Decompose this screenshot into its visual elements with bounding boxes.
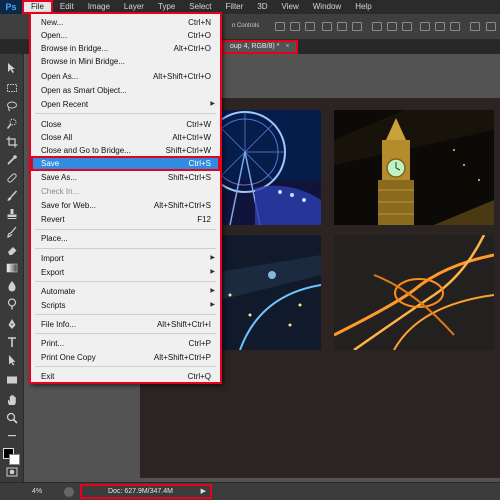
zoom-level[interactable]: 4%	[32, 488, 42, 495]
menu-item-browse-in-mini-bridge[interactable]: Browse in Mini Bridge...	[31, 55, 220, 68]
menu-separator	[35, 314, 216, 315]
eyedropper-tool-icon[interactable]	[6, 154, 18, 166]
menu-separator	[35, 281, 216, 282]
menu-item-open[interactable]: Open... Ctrl+O	[31, 29, 220, 42]
menu-item-close-all[interactable]: Close All Alt+Ctrl+W	[31, 131, 220, 144]
healing-brush-tool-icon[interactable]	[6, 172, 18, 184]
align-hcenter-icon[interactable]	[337, 22, 347, 31]
status-menu-icon[interactable]	[64, 487, 74, 497]
distribute-vcenter-icon[interactable]	[387, 22, 397, 31]
brush-tool-icon[interactable]	[6, 190, 18, 202]
submenu-arrow-icon: ▶	[210, 269, 215, 275]
menu-item-print[interactable]: Print... Ctrl+P	[31, 337, 220, 350]
menu-item-open-recent[interactable]: Open Recent ▶	[31, 98, 220, 111]
menu-view[interactable]: View	[275, 0, 306, 14]
clone-stamp-tool-icon[interactable]	[6, 208, 18, 220]
align-bottom-icon[interactable]	[305, 22, 315, 31]
align-vcenter-icon[interactable]	[290, 22, 300, 31]
quick-selection-tool-icon[interactable]	[6, 118, 18, 130]
hand-tool-icon[interactable]	[6, 394, 18, 406]
status-bar: 4% Doc: 627.9M/347.4M ▶	[0, 482, 500, 500]
distribute-right-icon[interactable]	[450, 22, 460, 31]
menu-item-save-for-web[interactable]: Save for Web... Alt+Shift+Ctrl+S	[31, 199, 220, 212]
menu-item-place[interactable]: Place...	[31, 232, 220, 245]
menu-item-automate[interactable]: Automate ▶	[31, 285, 220, 298]
history-brush-tool-icon[interactable]	[6, 226, 18, 238]
lasso-tool-icon[interactable]	[6, 100, 18, 112]
menu-item-file-info[interactable]: File Info... Alt+Shift+Ctrl+I	[31, 318, 220, 331]
menu-separator	[35, 248, 216, 249]
menu-3d[interactable]: 3D	[250, 0, 274, 14]
show-transform-controls-label[interactable]: n Controls	[232, 23, 259, 29]
menu-item-exit[interactable]: Exit Ctrl+Q	[31, 370, 220, 383]
quick-mask-icon[interactable]	[6, 466, 18, 478]
path-selection-tool-icon[interactable]	[6, 354, 18, 366]
menu-item-save[interactable]: Save Ctrl+S	[31, 157, 220, 170]
menu-item-export[interactable]: Export ▶	[31, 266, 220, 279]
menu-item-check-in: Check In...	[41, 187, 80, 196]
menu-item-open-as[interactable]: Open As... Alt+Shift+Ctrl+O	[31, 70, 220, 83]
document-tab[interactable]: oup 4, RGB/8) * ×	[222, 40, 298, 54]
menu-separator	[35, 333, 216, 334]
marquee-tool-icon[interactable]	[6, 82, 18, 94]
gradient-tool-icon[interactable]	[6, 262, 18, 274]
eraser-tool-icon[interactable]	[6, 244, 18, 256]
menu-filter[interactable]: Filter	[219, 0, 251, 14]
menu-separator	[35, 366, 216, 367]
tools-panel	[0, 54, 24, 482]
distribute-left-icon[interactable]	[420, 22, 430, 31]
menu-item-revert[interactable]: Revert F12	[31, 213, 220, 226]
rectangle-tool-icon[interactable]	[6, 374, 18, 386]
menu-item-import[interactable]: Import ▶	[31, 252, 220, 265]
blur-tool-icon[interactable]	[6, 280, 18, 292]
photoshop-logo: Ps	[0, 0, 22, 14]
menu-item-print-one-copy[interactable]: Print One Copy Alt+Shift+Ctrl+P	[31, 351, 220, 364]
menu-item-save-as[interactable]: Save As... Shift+Ctrl+S	[31, 171, 220, 184]
status-arrow-icon[interactable]: ▶	[201, 486, 206, 497]
align-left-icon[interactable]	[322, 22, 332, 31]
document-size-info[interactable]: Doc: 627.9M/347.4M ▶	[80, 484, 212, 499]
move-tool-icon[interactable]	[6, 62, 18, 74]
type-tool-icon[interactable]	[6, 336, 18, 348]
submenu-arrow-icon: ▶	[210, 302, 215, 308]
dodge-tool-icon[interactable]	[6, 298, 18, 310]
menu-item-open-as-smart-object[interactable]: Open as Smart Object...	[31, 84, 220, 97]
menu-window[interactable]: Window	[306, 0, 348, 14]
submenu-arrow-icon: ▶	[210, 288, 215, 294]
pen-tool-icon[interactable]	[6, 318, 18, 330]
menu-item-new[interactable]: New... Ctrl+N	[31, 16, 220, 29]
menu-item-close-and-go-to-bridge[interactable]: Close and Go to Bridge... Shift+Ctrl+W	[31, 144, 220, 157]
auto-align-icon[interactable]	[470, 22, 480, 31]
align-right-icon[interactable]	[352, 22, 362, 31]
crop-tool-icon[interactable]	[6, 136, 18, 148]
background-color-swatch[interactable]	[9, 454, 20, 465]
menu-item-close[interactable]: Close Ctrl+W	[31, 118, 220, 131]
distribute-top-icon[interactable]	[372, 22, 382, 31]
distribute-hcenter-icon[interactable]	[435, 22, 445, 31]
close-tab-icon[interactable]: ×	[285, 43, 289, 50]
submenu-arrow-icon: ▶	[210, 101, 215, 107]
photo-big-ben[interactable]	[334, 110, 494, 225]
submenu-arrow-icon: ▶	[210, 255, 215, 261]
menu-separator	[35, 229, 216, 230]
zoom-tool-icon[interactable]	[6, 412, 18, 424]
doc-size-text: Doc: 627.9M/347.4M	[108, 488, 173, 495]
menu-item-scripts[interactable]: Scripts ▶	[31, 299, 220, 312]
menu-separator	[35, 113, 216, 114]
photo-highway-interchange[interactable]	[334, 235, 494, 350]
document-tab-label: oup 4, RGB/8) *	[230, 43, 280, 50]
more-tools-icon[interactable]	[6, 430, 18, 442]
file-menu-dropdown: New... Ctrl+N Open... Ctrl+O Browse in Bri…	[29, 12, 222, 384]
menu-item-browse-in-bridge[interactable]: Browse in Bridge... Alt+Ctrl+O	[31, 42, 220, 55]
distribute-bottom-icon[interactable]	[402, 22, 412, 31]
align-top-icon[interactable]	[275, 22, 285, 31]
3d-mode-icon[interactable]	[486, 22, 496, 31]
menu-help[interactable]: Help	[348, 0, 378, 14]
